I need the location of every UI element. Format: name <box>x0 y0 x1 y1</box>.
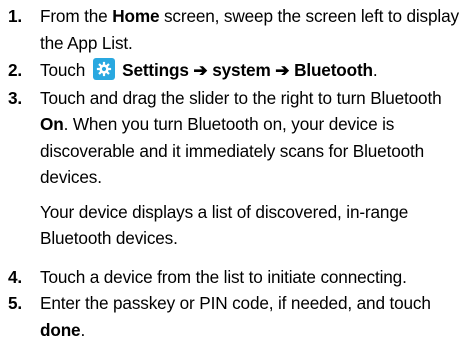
step-text: . <box>372 60 378 80</box>
step-text: Enter the passkey or PIN code, if needed… <box>40 293 431 313</box>
step-3: 3. Touch and drag the slider to the righ… <box>0 85 472 252</box>
step-number: 5. <box>8 293 23 313</box>
step-5: 5. Enter the passkey or PIN code, if nee… <box>0 290 472 343</box>
step-number: 3. <box>8 87 23 108</box>
step-4: 4. Touch a device from the list to initi… <box>0 264 472 291</box>
step-text: . <box>80 319 86 340</box>
instruction-list: 1. From the Home screen, sweep the scree… <box>0 3 472 343</box>
step-note: Your device displays a list of discovere… <box>40 201 409 249</box>
step-1: 1. From the Home screen, sweep the scree… <box>0 3 472 56</box>
step-number: 2. <box>8 60 23 80</box>
home-keyword: Home <box>112 6 160 26</box>
settings-path: Settings ➔ system ➔ Bluetooth <box>122 60 373 80</box>
step-text: Touch a device from the list to initiate… <box>40 266 407 287</box>
step-text: Touch <box>40 60 86 80</box>
on-keyword: On <box>40 114 64 134</box>
step-text: From the <box>40 6 113 26</box>
settings-gear-icon <box>93 58 116 80</box>
step-number: 1. <box>8 6 23 26</box>
step-number: 4. <box>8 266 23 287</box>
step-text: Touch and drag the slider to the right t… <box>40 87 442 108</box>
done-keyword: done <box>40 319 81 340</box>
step-2: 2. Touch Settings ➔ system ➔ Bluetooth. <box>0 57 472 84</box>
step-text: . When you turn Bluetooth on, your devic… <box>40 114 425 187</box>
